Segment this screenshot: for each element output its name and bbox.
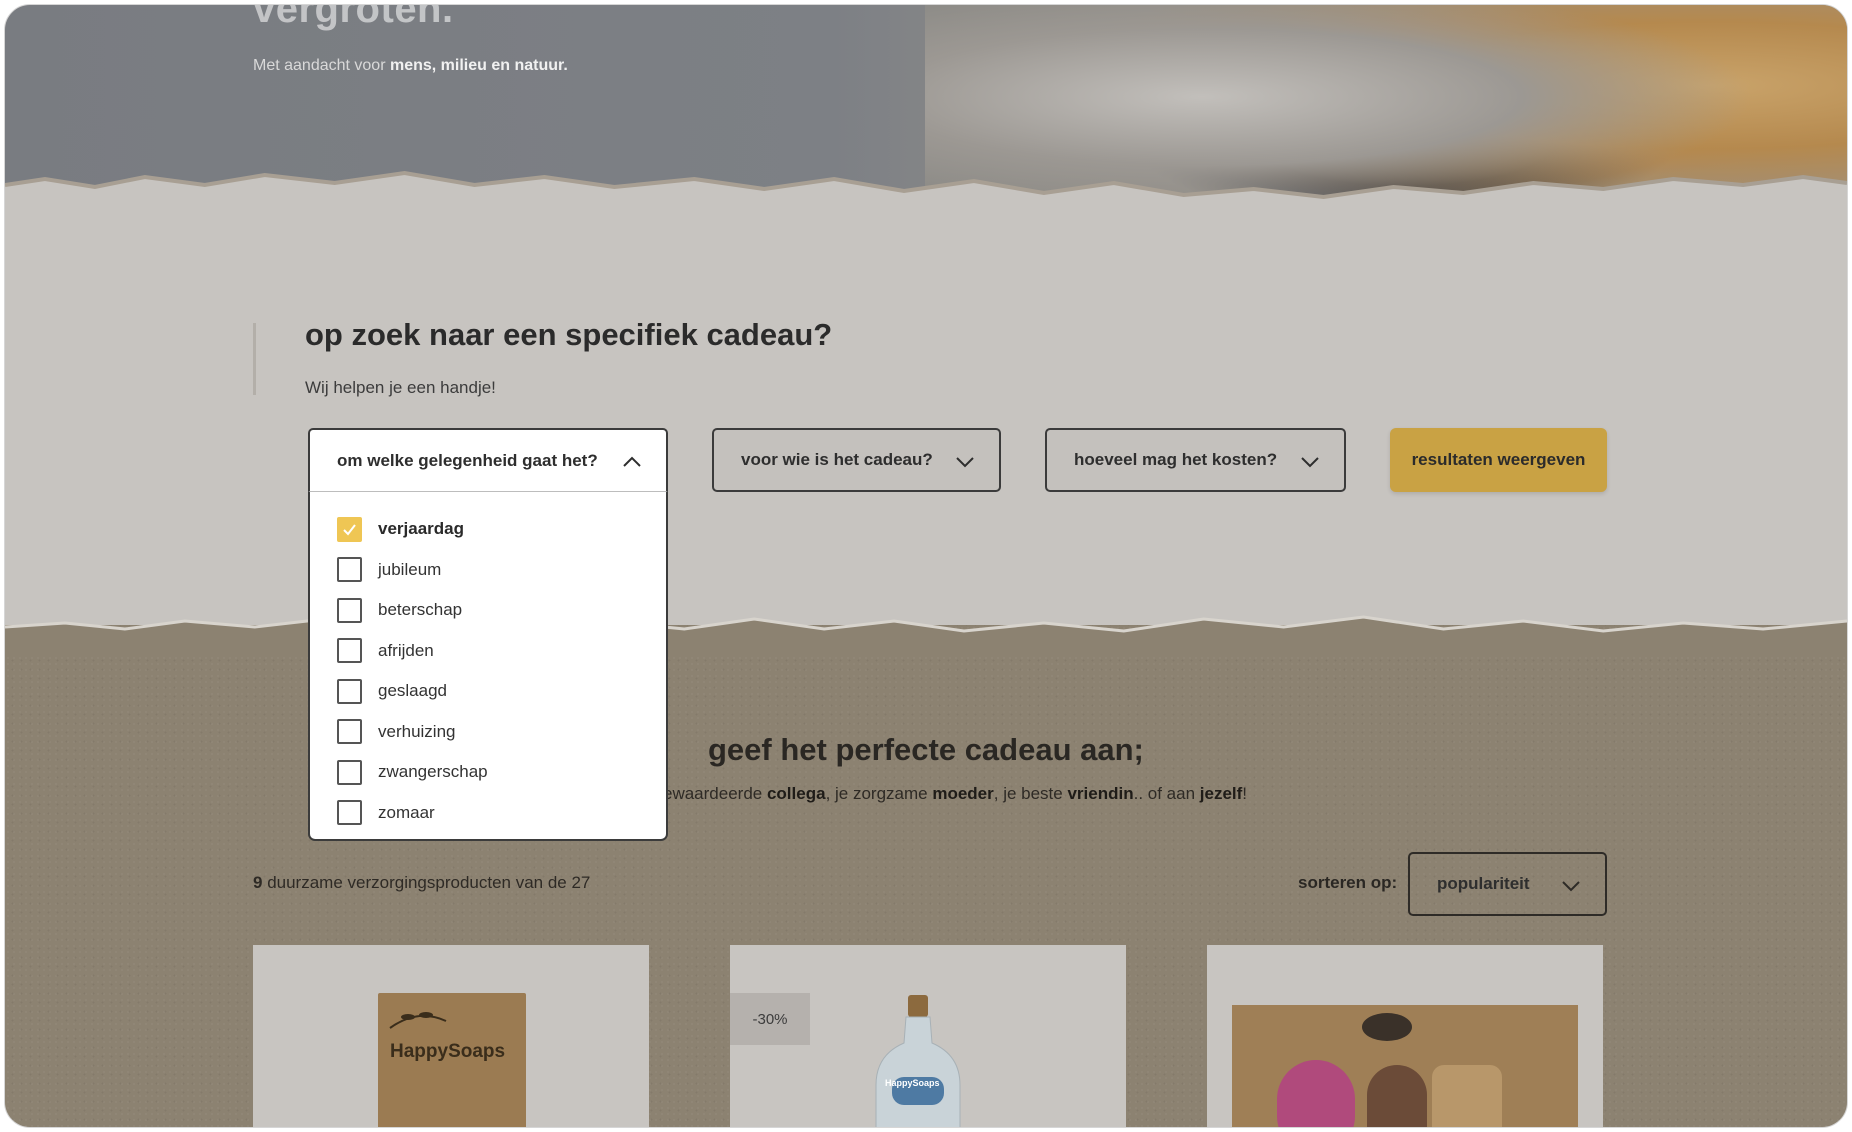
product-image — [1232, 1005, 1578, 1127]
product-item — [1432, 1065, 1502, 1127]
brand-seal-icon — [1362, 1013, 1412, 1041]
occasion-option-verjaardag[interactable]: verjaardag — [310, 509, 666, 550]
products-title: geef het perfecte cadeau aan; — [708, 732, 1144, 767]
chevron-up-icon — [623, 456, 641, 467]
sort-dropdown[interactable]: populariteit — [1408, 852, 1607, 916]
occasion-dropdown[interactable]: om welke gelegenheid gaat het? — [308, 428, 668, 492]
option-label: verhuizing — [378, 721, 456, 741]
hero-heading: vergroten. — [253, 4, 454, 31]
product-card[interactable]: -30% HappySoaps — [730, 945, 1126, 1127]
option-label: verjaardag — [378, 519, 464, 539]
occasion-option-zwangerschap[interactable]: zwangerschap — [310, 752, 666, 793]
occasion-option-afrijden[interactable]: afrijden — [310, 631, 666, 672]
subtitle-part: , je beste — [993, 784, 1068, 803]
product-item — [1277, 1060, 1355, 1127]
product-image: HappySoaps — [378, 993, 526, 1127]
option-label: zomaar — [378, 802, 435, 822]
occasion-options-panel: verjaardag jubileum beterschap afrijden … — [308, 491, 668, 841]
checkbox[interactable] — [337, 678, 362, 704]
option-label: zwangerschap — [378, 762, 488, 782]
checkbox[interactable] — [337, 759, 362, 785]
sort-label: sorteren op: — [1298, 873, 1398, 892]
subtitle-part: ! — [1242, 784, 1248, 803]
gift-finder-section — [5, 195, 1847, 655]
checkmark-icon — [343, 524, 356, 536]
torn-paper-edge-bottom — [5, 615, 1847, 655]
sort-dropdown-value: populariteit — [1437, 874, 1530, 893]
occasion-option-verhuizing[interactable]: verhuizing — [310, 712, 666, 753]
subtitle-part: ewaardeerde — [663, 784, 767, 803]
subtitle-part: .. of aan — [1133, 784, 1200, 803]
products-subtitle: ewaardeerde collega, je zorgzame moeder,… — [663, 784, 1247, 804]
hero-subtitle-prefix: Met aandacht voor — [253, 57, 390, 74]
product-card[interactable] — [1207, 945, 1603, 1127]
checkbox[interactable] — [337, 719, 362, 745]
browser-viewport: vergroten. Met aandacht voor mens, milie… — [4, 4, 1848, 1128]
product-item — [1367, 1065, 1427, 1127]
occasion-option-jubileum[interactable]: jubileum — [310, 550, 666, 591]
product-brand: HappySoaps — [390, 1041, 506, 1062]
occasion-option-beterschap[interactable]: beterschap — [310, 590, 666, 631]
occasion-option-geslaagd[interactable]: geslaagd — [310, 671, 666, 712]
subtitle-part: , je zorgzame — [825, 784, 933, 803]
product-brand: HappySoaps — [885, 1078, 940, 1088]
checkbox[interactable] — [337, 800, 362, 826]
finder-subtitle: Wij helpen je een handje! — [305, 378, 496, 397]
chevron-down-icon — [956, 457, 974, 468]
show-results-button[interactable]: resultaten weergeven — [1390, 428, 1607, 492]
occasion-option-zomaar[interactable]: zomaar — [310, 793, 666, 834]
subtitle-part-bold: moeder — [932, 784, 994, 803]
checkbox[interactable] — [337, 638, 362, 664]
option-label: beterschap — [378, 600, 463, 620]
option-label: jubileum — [378, 559, 442, 579]
subtitle-part-bold: collega — [766, 784, 826, 803]
option-label: afrijden — [378, 640, 434, 660]
budget-dropdown-label: hoeveel mag het kosten? — [1074, 450, 1278, 469]
hero-subtitle: Met aandacht voor mens, milieu en natuur… — [253, 57, 568, 75]
checkbox[interactable] — [337, 557, 362, 583]
leaf-icon — [389, 1012, 447, 1029]
discount-badge: -30% — [730, 993, 810, 1045]
chevron-down-icon — [1562, 881, 1580, 892]
hero-subtitle-bold: mens, milieu en natuur. — [389, 57, 568, 74]
finder-title: op zoek naar een specifiek cadeau? — [305, 317, 833, 352]
torn-paper-edge-top — [5, 170, 1847, 225]
subtitle-part-bold: vriendin — [1067, 784, 1134, 803]
option-label: geslaagd — [378, 681, 448, 701]
recipient-dropdown-label: voor wie is het cadeau? — [741, 450, 933, 469]
checkbox[interactable] — [337, 597, 362, 623]
product-count: 9 duurzame verzorgingsproducten van de 2… — [253, 873, 590, 893]
title-accent-bar — [253, 323, 256, 395]
checkbox-checked[interactable] — [337, 516, 362, 542]
recipient-dropdown[interactable]: voor wie is het cadeau? — [712, 428, 1001, 492]
budget-dropdown[interactable]: hoeveel mag het kosten? — [1045, 428, 1346, 492]
chevron-down-icon — [1301, 457, 1319, 468]
product-count-text: duurzame verzorgingsproducten van de 27 — [262, 873, 591, 892]
product-card[interactable]: HappySoaps — [253, 945, 649, 1127]
subtitle-part-bold: jezelf — [1199, 784, 1243, 803]
occasion-dropdown-label: om welke gelegenheid gaat het? — [337, 450, 598, 470]
product-image — [875, 995, 961, 1127]
